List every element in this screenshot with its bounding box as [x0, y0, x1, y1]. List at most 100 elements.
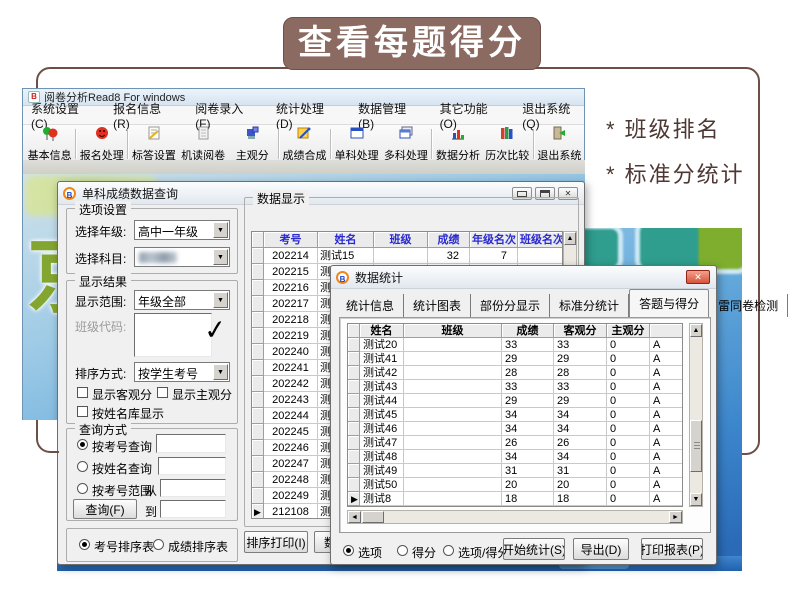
toolbar-exit-system[interactable]: 退出系统 [535, 127, 584, 161]
row-header-cell [348, 408, 360, 422]
tab-stat-info[interactable]: 统计信息 [337, 294, 404, 317]
export-button[interactable]: 导出(D) [573, 538, 629, 560]
scroll-down-icon[interactable]: ▼ [690, 493, 702, 506]
range-from-input[interactable] [160, 479, 226, 497]
toolbar-subjective-score[interactable]: 主观分 [228, 127, 277, 161]
table-row[interactable]: 测试4534340A [348, 408, 682, 422]
table-row[interactable]: 测试5020200A [348, 478, 682, 492]
grid-column-header[interactable] [650, 324, 683, 338]
scroll-up-icon[interactable]: ▲ [564, 232, 576, 245]
id-sort-table-radio[interactable] [79, 539, 90, 550]
search-by-name-radio[interactable] [77, 461, 88, 472]
table-row[interactable]: 测试4726260A [348, 436, 682, 450]
chevron-down-icon[interactable]: ▼ [213, 222, 228, 238]
score-radio[interactable] [397, 545, 408, 556]
sort-combobox[interactable]: 按学生考号 ▼ [134, 362, 230, 382]
grid-column-header[interactable]: 客观分 [554, 324, 607, 338]
subject-combobox[interactable]: ▼ [134, 247, 230, 267]
table-row[interactable]: 测试4129290A [348, 352, 682, 366]
scroll-left-icon[interactable]: ◄ [348, 511, 361, 523]
sort-print-button[interactable]: 排序打印(I) [244, 531, 308, 553]
grid-column-header[interactable]: 考号 [264, 232, 318, 248]
table-row[interactable]: 测试4429290A [348, 394, 682, 408]
table-row[interactable]: 测试4228280A [348, 366, 682, 380]
grid-column-header[interactable]: 姓名 [318, 232, 374, 248]
balloons-icon [42, 125, 58, 146]
grid-cell [404, 492, 502, 506]
toolbar-multi-subject[interactable]: 多科处理 [381, 127, 430, 161]
grade-combobox[interactable]: 高中一年级 ▼ [134, 220, 230, 240]
tab-partial-score[interactable]: 部份分显示 [471, 294, 550, 317]
scrollbar-thumb[interactable] [362, 511, 384, 523]
stats-dialog-title: 数据统计 [355, 269, 403, 286]
tab-stat-chart[interactable]: 统计图表 [404, 294, 471, 317]
scrollbar-thumb[interactable] [690, 420, 702, 472]
print-report-button[interactable]: 打印报表(P) [641, 538, 703, 560]
stats-dialog-titlebar[interactable]: B 数据统计 [331, 266, 716, 289]
grid-column-header[interactable]: 成绩 [502, 324, 554, 338]
name-library-checkbox[interactable] [77, 406, 88, 417]
scroll-up-icon[interactable]: ▲ [690, 324, 702, 337]
search-name-input[interactable] [158, 457, 226, 475]
query-button[interactable]: 查询(F) [73, 499, 137, 519]
row-header-cell [348, 352, 360, 366]
start-stats-button[interactable]: 开始统计(S) [503, 538, 565, 560]
toolbar-basic-info[interactable]: 基本信息 [25, 127, 74, 161]
toolbar-answer-key[interactable]: 标答设置 [129, 127, 178, 161]
show-subjective-checkbox[interactable] [157, 387, 168, 398]
toolbar-single-subject[interactable]: 单科处理 [332, 127, 381, 161]
toolbar-score-merge[interactable]: 成绩合成 [280, 127, 329, 161]
show-objective-checkbox[interactable] [77, 387, 88, 398]
grid-horizontal-scrollbar[interactable]: ◄ ► [347, 510, 683, 524]
score-sort-table-radio[interactable] [153, 539, 164, 550]
grid-column-header[interactable]: 班级 [374, 232, 428, 248]
grid-column-header[interactable]: 主观分 [607, 324, 650, 338]
tab-standard-score[interactable]: 标准分统计 [550, 294, 629, 317]
toolbar-omr-read[interactable]: 机读阅卷 [179, 127, 228, 161]
grid-cell: A [650, 478, 683, 492]
class-code-listbox[interactable] [134, 313, 212, 357]
grid-cell [404, 338, 502, 352]
grid-column-header[interactable]: 姓名 [360, 324, 404, 338]
toolbar-data-analysis[interactable]: 数据分析 [433, 127, 482, 161]
table-row[interactable]: 测试4834340A [348, 450, 682, 464]
table-row[interactable]: ▶测试818180A [348, 492, 682, 506]
grid-cell [404, 352, 502, 366]
option-radio[interactable] [343, 545, 354, 556]
table-row[interactable]: 202214测试15327 [252, 248, 562, 264]
table-row[interactable]: 测试2033330A [348, 338, 682, 352]
grid-cell: 29 [502, 394, 554, 408]
row-header-cell [252, 440, 264, 456]
chevron-down-icon[interactable]: ▼ [213, 249, 228, 265]
row-header-cell [252, 344, 264, 360]
grid-vertical-scrollbar[interactable]: ▲ ▼ [689, 323, 703, 507]
table-row[interactable]: 测试4634340A [348, 422, 682, 436]
grid-column-header[interactable]: 班级名次 [518, 232, 563, 248]
option-score-radio[interactable] [443, 545, 454, 556]
grid-column-header[interactable]: 年级名次 [470, 232, 518, 248]
search-by-id-radio[interactable] [77, 439, 88, 450]
grid-cell: 测试20 [360, 338, 404, 352]
grid-cell: 测试43 [360, 380, 404, 394]
grid-cell: 202217 [264, 296, 318, 312]
table-row[interactable]: 测试4333330A [348, 380, 682, 394]
grid-cell: 20 [502, 478, 554, 492]
search-id-input[interactable] [156, 434, 226, 453]
grid-column-header[interactable]: 成绩 [428, 232, 470, 248]
close-button[interactable]: ✕ [686, 270, 710, 284]
tab-answers-scores[interactable]: 答题与得分 [629, 289, 709, 318]
menu-bar: 系统设置(C) 报名信息(R) 阅卷录入(F) 统计处理(D) 数据管理(B) … [23, 106, 584, 125]
search-by-range-radio[interactable] [77, 483, 88, 494]
range-to-input[interactable] [160, 500, 226, 518]
chevron-down-icon[interactable]: ▼ [213, 292, 228, 308]
scroll-right-icon[interactable]: ► [669, 511, 682, 523]
grid-cell: 202245 [264, 424, 318, 440]
current-row-marker: ▶ [252, 504, 264, 519]
grid-column-header[interactable]: 班级 [404, 324, 502, 338]
toolbar-enroll-process[interactable]: 报名处理 [77, 127, 126, 161]
chevron-down-icon[interactable]: ▼ [213, 364, 228, 380]
range-combobox[interactable]: 年级全部 ▼ [134, 290, 230, 310]
toolbar-history-compare[interactable]: 历次比较 [483, 127, 532, 161]
tab-duplicate-check[interactable]: 雷同卷检测 [709, 294, 788, 317]
table-row[interactable]: 测试4931310A [348, 464, 682, 478]
